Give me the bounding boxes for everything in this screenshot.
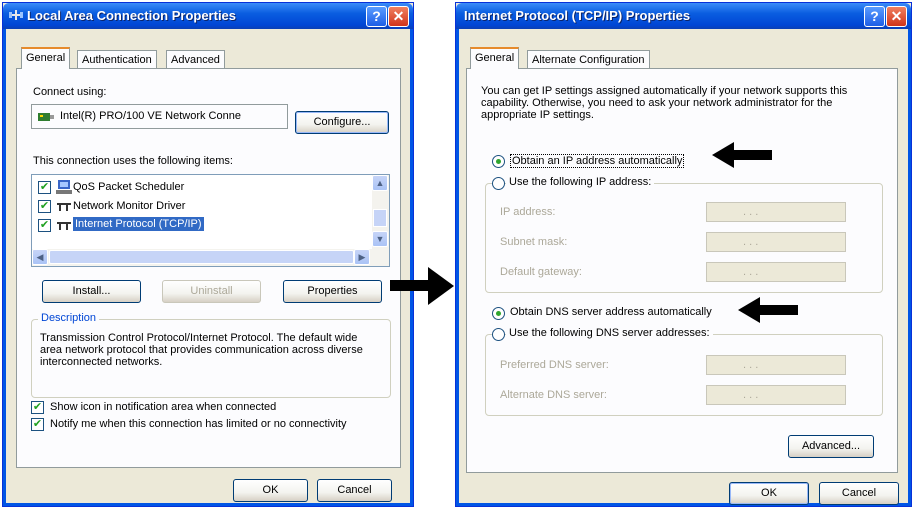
subnet-mask-label: Subnet mask: xyxy=(500,236,568,248)
preferred-dns-label: Preferred DNS server: xyxy=(500,359,609,371)
tcpip-properties-dialog: Internet Protocol (TCP/IP) Properties ? … xyxy=(455,2,912,507)
configure-button[interactable]: Configure... xyxy=(295,111,389,134)
general-tab-panel: You can get IP settings assigned automat… xyxy=(466,68,898,473)
properties-button[interactable]: Properties xyxy=(283,280,382,303)
tab-authentication[interactable]: Authentication xyxy=(77,50,157,69)
show-icon-label[interactable]: Show icon in notification area when conn… xyxy=(50,401,276,413)
use-dns-radio[interactable] xyxy=(492,328,505,341)
alternate-dns-label: Alternate DNS server: xyxy=(500,389,607,401)
connect-using-label: Connect using: xyxy=(33,86,107,98)
ok-button[interactable]: OK xyxy=(233,479,308,502)
install-button[interactable]: Install... xyxy=(42,280,141,303)
alternate-dns-field[interactable]: . . . xyxy=(706,385,846,405)
obtain-dns-radio[interactable] xyxy=(492,307,505,320)
tab-alternate-configuration[interactable]: Alternate Configuration xyxy=(527,50,650,69)
scheduler-icon xyxy=(56,180,72,194)
vertical-scrollbar[interactable]: ▲ ▼ xyxy=(372,175,389,249)
network-protocol-icon xyxy=(57,203,71,211)
list-item[interactable]: ✔ Internet Protocol (TCP/IP) xyxy=(36,217,366,234)
default-gateway-field[interactable]: . . . xyxy=(706,262,846,282)
scroll-right-button[interactable]: ▶ xyxy=(354,249,370,265)
tab-general[interactable]: General xyxy=(470,47,520,69)
advanced-button[interactable]: Advanced... xyxy=(788,435,874,458)
network-adapter-icon xyxy=(38,113,54,121)
local-area-connection-properties-dialog: Local Area Connection Properties ? ✕ Gen… xyxy=(2,2,414,507)
arrow-right-icon xyxy=(390,267,454,305)
intro-text: You can get IP settings assigned automat… xyxy=(481,85,848,121)
dialog-title: Internet Protocol (TCP/IP) Properties xyxy=(464,8,691,23)
title-bar: Local Area Connection Properties ? ✕ xyxy=(3,3,413,29)
arrow-left-icon xyxy=(738,297,798,323)
general-tab-panel: Connect using: Intel(R) PRO/100 VE Netwo… xyxy=(16,68,401,468)
scroll-down-button[interactable]: ▼ xyxy=(372,231,388,247)
scroll-thumb[interactable] xyxy=(373,209,387,227)
checkbox-network-monitor[interactable]: ✔ xyxy=(38,200,51,213)
item-label: QoS Packet Scheduler xyxy=(73,181,185,193)
help-button[interactable]: ? xyxy=(864,6,885,27)
close-button[interactable]: ✕ xyxy=(886,6,907,27)
horizontal-scrollbar[interactable]: ◀ ▶ xyxy=(32,249,389,266)
use-dns-label[interactable]: Use the following DNS server addresses: xyxy=(506,327,713,339)
show-icon-checkbox[interactable]: ✔ xyxy=(31,401,44,414)
cancel-button[interactable]: Cancel xyxy=(317,479,392,502)
static-dns-groupbox: Use the following DNS server addresses: … xyxy=(485,327,883,416)
obtain-ip-radio[interactable] xyxy=(492,155,505,168)
default-gateway-label: Default gateway: xyxy=(500,266,582,278)
tab-advanced[interactable]: Advanced xyxy=(166,50,225,69)
uninstall-button[interactable]: Uninstall xyxy=(162,280,261,303)
notify-label[interactable]: Notify me when this connection has limit… xyxy=(50,418,347,430)
checkbox-tcpip[interactable]: ✔ xyxy=(38,219,51,232)
components-list[interactable]: ✔ QoS Packet Scheduler ✔ Network Monitor… xyxy=(31,174,390,267)
ok-button[interactable]: OK xyxy=(729,482,809,505)
use-ip-label[interactable]: Use the following IP address: xyxy=(506,176,655,188)
notify-checkbox[interactable]: ✔ xyxy=(31,418,44,431)
network-connection-icon xyxy=(9,10,23,20)
close-button[interactable]: ✕ xyxy=(388,6,409,27)
help-button[interactable]: ? xyxy=(366,6,387,27)
obtain-dns-label[interactable]: Obtain DNS server address automatically xyxy=(510,306,712,318)
arrow-left-icon xyxy=(712,142,772,168)
adapter-field: Intel(R) PRO/100 VE Network Conne xyxy=(31,104,288,129)
tab-general[interactable]: General xyxy=(21,47,71,69)
title-bar: Internet Protocol (TCP/IP) Properties ? … xyxy=(456,3,911,29)
list-item[interactable]: ✔ QoS Packet Scheduler xyxy=(36,179,366,196)
checkbox-qos[interactable]: ✔ xyxy=(38,181,51,194)
use-ip-radio[interactable] xyxy=(492,177,505,190)
adapter-name: Intel(R) PRO/100 VE Network Conne xyxy=(60,110,241,122)
scroll-left-button[interactable]: ◀ xyxy=(32,249,48,265)
network-protocol-icon xyxy=(57,222,71,230)
cancel-button[interactable]: Cancel xyxy=(819,482,899,505)
item-label: Network Monitor Driver xyxy=(73,200,186,212)
dialog-title: Local Area Connection Properties xyxy=(27,8,237,23)
description-text: Transmission Control Protocol/Internet P… xyxy=(40,332,363,368)
obtain-ip-label[interactable]: Obtain an IP address automatically xyxy=(510,154,685,168)
scroll-up-button[interactable]: ▲ xyxy=(372,175,388,191)
items-label: This connection uses the following items… xyxy=(33,155,233,167)
item-label-selected: Internet Protocol (TCP/IP) xyxy=(73,217,204,231)
scroll-thumb-horizontal[interactable] xyxy=(49,250,354,264)
ip-address-label: IP address: xyxy=(500,206,556,218)
list-item[interactable]: ✔ Network Monitor Driver xyxy=(36,198,366,215)
ip-address-field[interactable]: . . . xyxy=(706,202,846,222)
static-ip-groupbox: Use the following IP address: IP address… xyxy=(485,176,883,293)
preferred-dns-field[interactable]: . . . xyxy=(706,355,846,375)
subnet-mask-field[interactable]: . . . xyxy=(706,232,846,252)
description-title: Description xyxy=(38,312,100,324)
description-groupbox: Description Transmission Control Protoco… xyxy=(31,312,391,398)
